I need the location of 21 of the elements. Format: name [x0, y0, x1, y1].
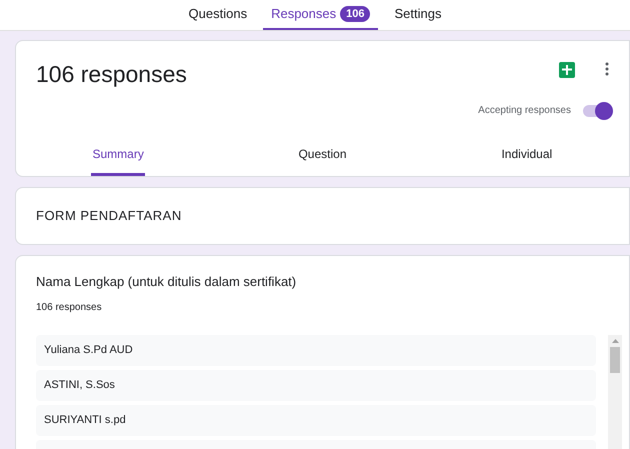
response-row: Yuliana S.Pd AUD — [36, 334, 596, 366]
question-title: Nama Lengkap (untuk ditulis dalam sertifikat) — [36, 273, 298, 291]
response-row: SURIYANTI s.pd — [36, 404, 596, 436]
count-badge: 106 — [340, 6, 370, 22]
nav-tab[interactable]: Responses 106 — [263, 0, 378, 30]
response-count: 106 responses — [36, 300, 103, 314]
scroll-up-icon[interactable] — [612, 338, 618, 342]
scrollbar[interactable] — [608, 334, 622, 449]
view-tab[interactable]: Question — [297, 145, 348, 176]
response-row: ASTINI, S.Sos — [36, 370, 596, 400]
view-tab[interactable]: Individual — [500, 145, 554, 176]
accepting-toggle[interactable] — [583, 102, 613, 120]
spreadsheet-icon[interactable] — [559, 62, 575, 78]
more-options-icon[interactable] — [605, 62, 609, 76]
nav-tab[interactable]: Settings — [386, 0, 450, 30]
responses-title: 106 responses — [36, 60, 188, 89]
nav-tab[interactable]: Questions — [180, 0, 256, 30]
form-title: FORM PENDAFTARAN — [36, 207, 182, 226]
scroll-thumb[interactable] — [610, 346, 620, 372]
view-tab[interactable]: Summary — [91, 145, 145, 176]
accepting-label: Accepting responses — [478, 104, 571, 118]
